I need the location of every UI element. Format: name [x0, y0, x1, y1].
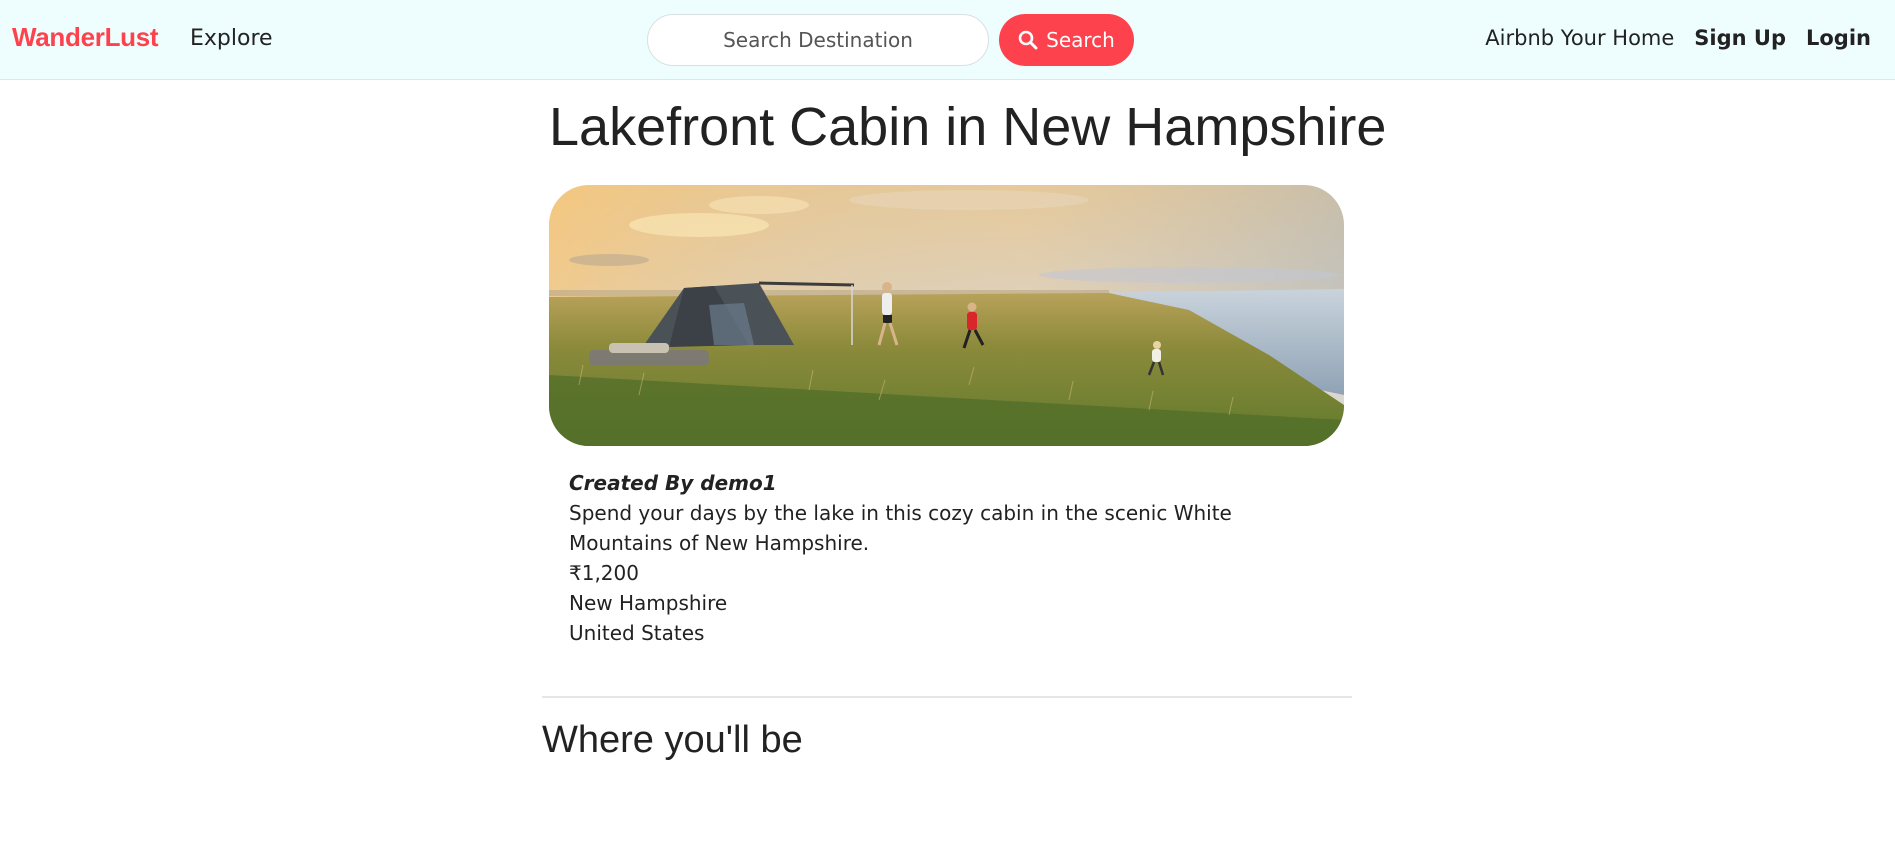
explore-link[interactable]: Explore	[190, 26, 273, 51]
nav-right-links: Airbnb Your Home Sign Up Login	[1485, 26, 1871, 50]
listing-details: Created By demo1 Spend your days by the …	[569, 468, 1329, 648]
listing-location: New Hampshire	[569, 591, 728, 615]
listing-country: United States	[569, 621, 705, 645]
listing-image	[549, 185, 1344, 446]
airbnb-your-home-link[interactable]: Airbnb Your Home	[1485, 26, 1674, 50]
section-divider	[542, 696, 1352, 698]
search-icon	[1018, 30, 1038, 50]
search-button[interactable]: Search	[999, 14, 1134, 66]
brand-logo[interactable]: WanderLust	[12, 22, 159, 53]
page-title: Lakefront Cabin in New Hampshire	[549, 97, 1387, 157]
camping-landscape-image	[549, 185, 1344, 446]
login-link[interactable]: Login	[1806, 26, 1871, 50]
listing-price: ₹1,200	[569, 561, 639, 585]
search-button-label: Search	[1046, 28, 1115, 52]
signup-link[interactable]: Sign Up	[1694, 26, 1786, 50]
map-section-heading: Where you'll be	[542, 719, 803, 761]
listing-description: Spend your days by the lake in this cozy…	[569, 501, 1232, 555]
created-by: Created By demo1	[569, 471, 777, 495]
navbar: WanderLust Explore Search Airbnb Your Ho…	[0, 0, 1895, 80]
search-input[interactable]	[647, 14, 989, 66]
